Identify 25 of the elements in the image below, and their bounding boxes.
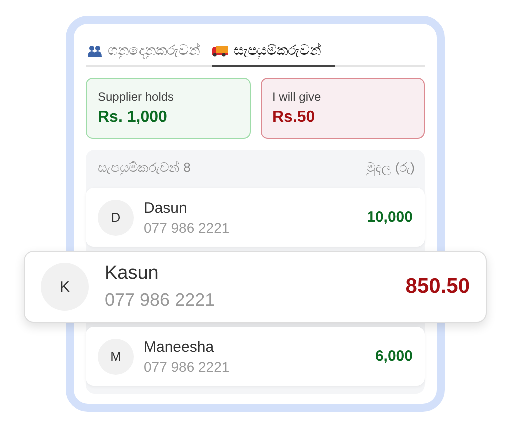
summary-amount: Rs. 1,000 xyxy=(98,109,168,127)
phone-number: 077 986 2221 xyxy=(144,358,231,374)
tab[interactable]: ගනුදෙනුකරුවන් xyxy=(88,38,200,67)
avatar: M xyxy=(98,338,134,374)
phone-number: 077 986 2221 xyxy=(105,290,216,311)
people-icon xyxy=(88,44,102,56)
supplier-name: Kasun xyxy=(105,263,160,285)
summary-label: I will give xyxy=(272,90,322,104)
tab[interactable]: සැපයුම්කරුවන් xyxy=(212,38,335,67)
phone-number: 077 986 2221 xyxy=(144,220,231,236)
supplier-row[interactable]: D Dasun 077 986 2221 10,000 xyxy=(86,188,425,247)
amount: 10,000 xyxy=(367,209,413,226)
supplier-name: Dasun xyxy=(144,200,188,216)
avatar: K xyxy=(41,263,89,311)
amount: 850.50 xyxy=(406,275,470,299)
summary-label: Supplier holds xyxy=(98,90,176,104)
supplier-count: සැපයුම්කරුවන් 8 xyxy=(98,160,191,176)
supplier-name: Maneesha xyxy=(144,338,216,356)
amount: 6,000 xyxy=(375,348,413,365)
truck-icon xyxy=(212,44,228,56)
supplier-row[interactable]: K Kasun 077 986 2221 850.50 xyxy=(24,251,487,323)
supplier-row[interactable]: M Maneesha 077 986 2221 6,000 xyxy=(86,327,425,386)
amount-heading: මුදල (රු) xyxy=(366,160,415,176)
summary-amount: Rs.50 xyxy=(272,109,316,127)
avatar: D xyxy=(98,200,134,236)
